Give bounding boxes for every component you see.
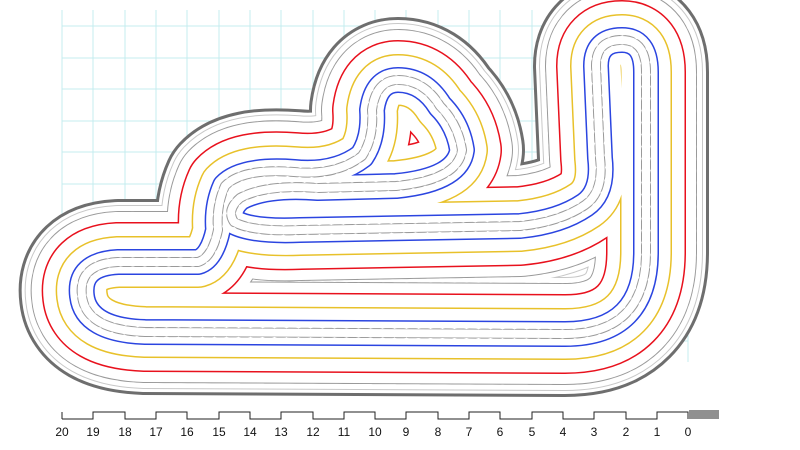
scale-label-16: 16: [180, 425, 194, 439]
scale-label-15: 15: [212, 425, 226, 439]
scale-label-13: 13: [274, 425, 288, 439]
scale-label-12: 12: [306, 425, 320, 439]
scale-label-11: 11: [338, 425, 351, 439]
scale-label-7: 7: [466, 425, 473, 439]
track: [82, 40, 646, 334]
scale-label-1: 1: [654, 425, 661, 439]
scale-label-20: 20: [55, 425, 69, 439]
scale-labels: 20 19 18 17 16 15 14 13 12 11 10 9 8 7 6…: [55, 425, 691, 439]
scale-label-18: 18: [118, 425, 132, 439]
scale-label-6: 6: [497, 425, 504, 439]
scale-bar: [61, 410, 719, 420]
scale-label-8: 8: [435, 425, 442, 439]
scale-label-19: 19: [86, 425, 100, 439]
scale-label-10: 10: [368, 425, 382, 439]
scale-label-2: 2: [623, 425, 630, 439]
scale-label-14: 14: [243, 425, 257, 439]
scale-label-4: 4: [560, 425, 567, 439]
track-diagram: 20 19 18 17 16 15 14 13 12 11 10 9 8 7 6…: [0, 0, 719, 439]
scale-label-3: 3: [591, 425, 598, 439]
scale-label-5: 5: [529, 425, 536, 439]
scale-label-0: 0: [685, 425, 692, 439]
scale-label-17: 17: [149, 425, 163, 439]
scale-fine-ticks: [689, 410, 719, 419]
scale-label-9: 9: [403, 425, 410, 439]
